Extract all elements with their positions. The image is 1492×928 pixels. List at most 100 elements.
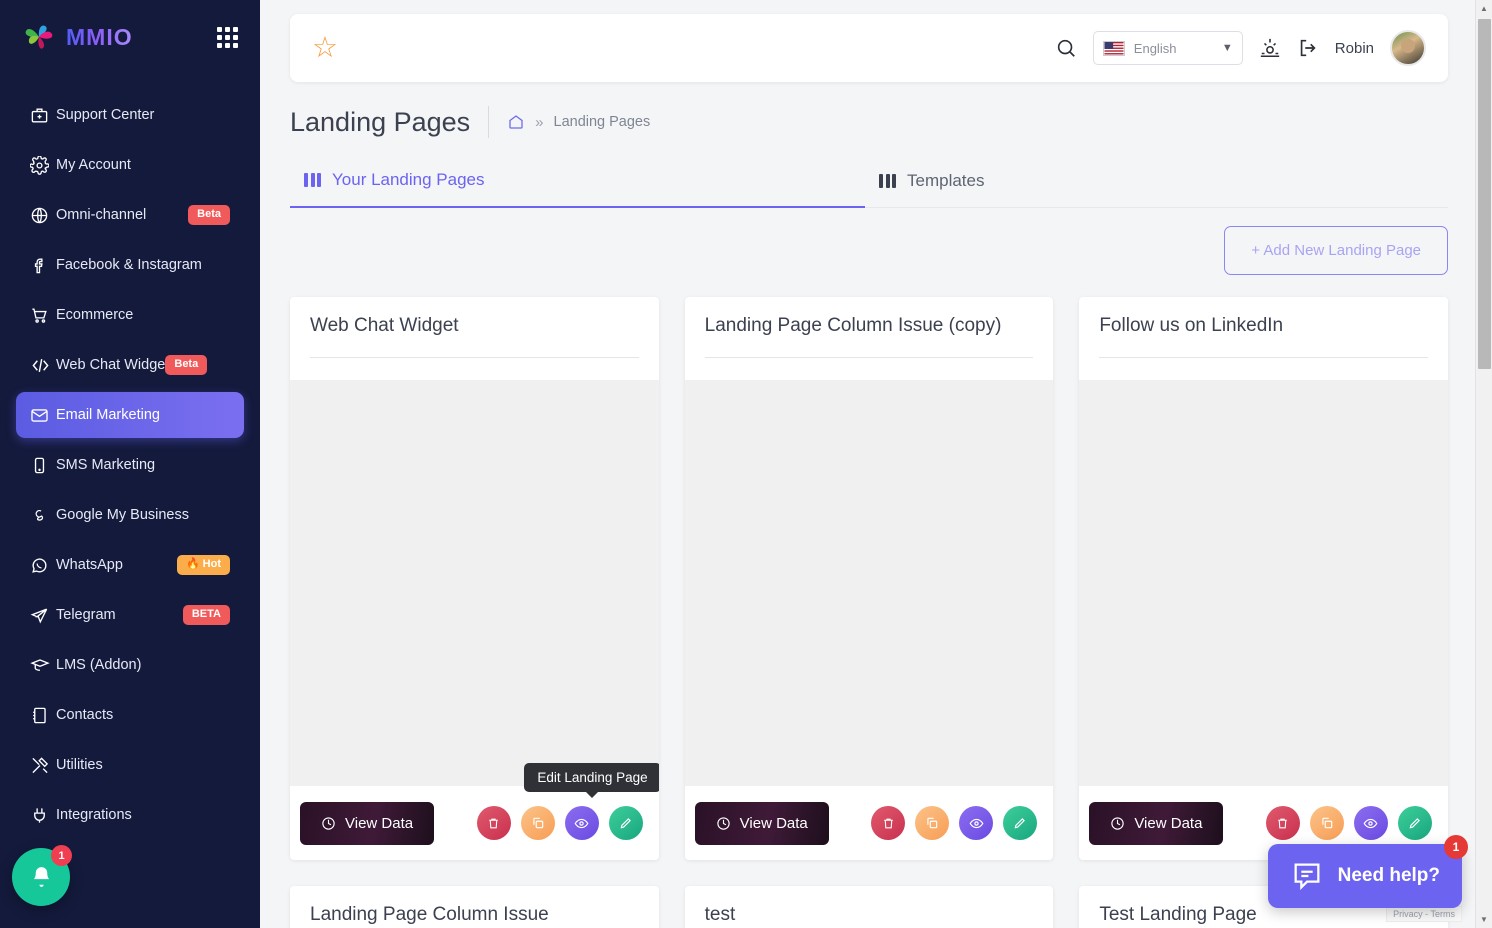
- eye-icon: [969, 818, 984, 828]
- shopping-cart-icon: [30, 306, 56, 325]
- topbar: ☆ English ▼ Robin: [290, 14, 1448, 82]
- card-header: Web Chat Widget: [290, 297, 659, 358]
- preview-button[interactable]: [564, 806, 599, 840]
- plug-icon: [30, 806, 56, 825]
- grid-apps-icon[interactable]: [217, 26, 238, 48]
- tab-label: Your Landing Pages: [332, 170, 485, 189]
- bell-icon: [33, 866, 49, 887]
- language-label: English: [1133, 40, 1177, 56]
- language-select[interactable]: English ▼: [1092, 31, 1243, 65]
- sidebar-item-web-chat-widget[interactable]: Web Chat Widget Beta: [16, 342, 244, 388]
- support-kit-icon: [30, 106, 56, 125]
- sidebar-item-omni-channel[interactable]: Omni-channel Beta: [16, 192, 244, 238]
- sidebar-item-my-account[interactable]: My Account: [16, 142, 244, 188]
- landing-pages-grid: Web Chat Widget View Data Edit Landing P…: [290, 297, 1448, 928]
- sidebar-item-facebook-instagram[interactable]: Facebook & Instagram: [16, 242, 244, 288]
- clock-pie-icon: [322, 816, 335, 830]
- divider: [1099, 357, 1428, 358]
- sidebar-item-label: Facebook & Instagram: [56, 257, 202, 273]
- edit-button[interactable]: [1397, 806, 1432, 840]
- add-new-landing-page-button[interactable]: + Add New Landing Page: [1224, 226, 1448, 275]
- preview-button[interactable]: [959, 806, 994, 840]
- trash-icon: [883, 818, 893, 828]
- status-badge: 🔥 Hot: [176, 555, 230, 575]
- card-preview: [1079, 380, 1448, 786]
- duplicate-icon: [1322, 817, 1333, 829]
- sidebar-item-email-marketing[interactable]: Email Marketing: [16, 392, 244, 438]
- card-title: Follow us on LinkedIn: [1099, 315, 1284, 336]
- landing-page-card[interactable]: Landing Page Column Issue (copy) View Da…: [684, 297, 1054, 860]
- duplicate-button[interactable]: [1309, 806, 1344, 840]
- landing-page-card[interactable]: test Heading: [684, 886, 1054, 928]
- view-data-label: View Data: [1134, 814, 1203, 832]
- duplicate-button[interactable]: [520, 806, 555, 840]
- star-outline-icon[interactable]: ☆: [312, 33, 338, 63]
- bars-icon: [304, 173, 321, 187]
- search-icon[interactable]: [1055, 37, 1077, 59]
- sidebar-item-label: Omni-channel: [56, 207, 147, 223]
- card-preview: [684, 380, 1054, 786]
- sidebar-item-label: Telegram: [56, 607, 116, 623]
- view-data-button[interactable]: View Data: [1089, 801, 1224, 845]
- sidebar-item-label: WhatsApp: [56, 557, 123, 573]
- delete-button[interactable]: [476, 806, 511, 840]
- logout-icon[interactable]: [1297, 37, 1319, 59]
- need-help-count-badge: 1: [1444, 835, 1468, 859]
- code-brackets-icon: [30, 356, 56, 375]
- mobile-phone-icon: [30, 456, 56, 475]
- sunset-theme-icon[interactable]: [1259, 37, 1281, 59]
- sidebar-item-contacts[interactable]: Contacts: [16, 692, 244, 738]
- globe-icon: [30, 206, 56, 225]
- notification-bell-button[interactable]: 1: [12, 845, 72, 906]
- sidebar-item-whatsapp[interactable]: WhatsApp 🔥 Hot: [16, 542, 244, 588]
- duplicate-button[interactable]: [915, 806, 950, 840]
- edit-button[interactable]: [1003, 806, 1038, 840]
- sidebar-item-label: Ecommerce: [56, 307, 134, 323]
- page-scrollbar[interactable]: ▲ ▼: [1475, 0, 1492, 928]
- card-title: Landing Page Column Issue (copy): [704, 315, 1002, 336]
- sidebar-item-label: Support Center: [56, 107, 155, 123]
- scrollbar-thumb[interactable]: [1478, 19, 1491, 369]
- topbar-right-group: English ▼ Robin: [1055, 30, 1426, 66]
- bars-icon: [879, 173, 896, 188]
- tooltip: Edit Landing Page: [524, 763, 659, 798]
- scroll-down-arrow[interactable]: ▼: [1476, 911, 1492, 928]
- sidebar-nav: Support Center My Account Omni-channel B…: [0, 74, 260, 838]
- delete-button[interactable]: [871, 806, 906, 840]
- avatar[interactable]: [1390, 30, 1426, 66]
- sidebar-item-support-center[interactable]: Support Center: [16, 92, 244, 138]
- card-title: Web Chat Widget: [310, 315, 459, 336]
- brand-name: MMIO: [66, 23, 133, 50]
- delete-button[interactable]: [1265, 806, 1300, 840]
- need-help-widget[interactable]: Need help? 1: [1267, 835, 1468, 908]
- sidebar-item-telegram[interactable]: Telegram BETA: [16, 592, 244, 638]
- status-badge: BETA: [182, 605, 230, 625]
- view-data-button[interactable]: View Data: [300, 801, 435, 845]
- landing-page-card[interactable]: Landing Page Column Issue Email *: [290, 886, 659, 928]
- view-data-button[interactable]: View Data: [694, 801, 829, 845]
- landing-page-card[interactable]: Web Chat Widget View Data Edit Landing P…: [290, 297, 659, 860]
- sidebar-item-lms-addon[interactable]: LMS (Addon): [16, 642, 244, 688]
- divider: [704, 357, 1034, 358]
- scroll-up-arrow[interactable]: ▲: [1476, 0, 1492, 17]
- sidebar-item-integrations[interactable]: Integrations: [16, 792, 244, 838]
- sidebar-item-sms-marketing[interactable]: SMS Marketing: [16, 442, 244, 488]
- preview-button[interactable]: [1353, 806, 1388, 840]
- tab-templates[interactable]: Templates: [865, 160, 1440, 207]
- us-flag-icon: [1102, 40, 1125, 56]
- pencil-icon: [1409, 818, 1420, 829]
- edit-button[interactable]: [608, 806, 643, 840]
- sidebar-item-google-my-business[interactable]: Google My Business: [16, 492, 244, 538]
- home-icon[interactable]: [507, 113, 525, 131]
- sidebar-item-label: My Account: [56, 157, 131, 173]
- sidebar-item-utilities[interactable]: Utilities: [16, 742, 244, 788]
- status-badge: Beta: [188, 205, 230, 225]
- landing-page-card[interactable]: Follow us on LinkedIn View Data: [1079, 297, 1448, 860]
- sidebar-item-label: SMS Marketing: [56, 457, 156, 473]
- card-header: test: [685, 886, 1054, 928]
- recaptcha-notice: Privacy - Terms: [1386, 906, 1462, 922]
- card-title: Landing Page Column Issue: [310, 904, 549, 925]
- tab-your-landing-pages[interactable]: Your Landing Pages: [290, 160, 865, 208]
- clock-pie-icon: [716, 816, 730, 830]
- sidebar-item-ecommerce[interactable]: Ecommerce: [16, 292, 244, 338]
